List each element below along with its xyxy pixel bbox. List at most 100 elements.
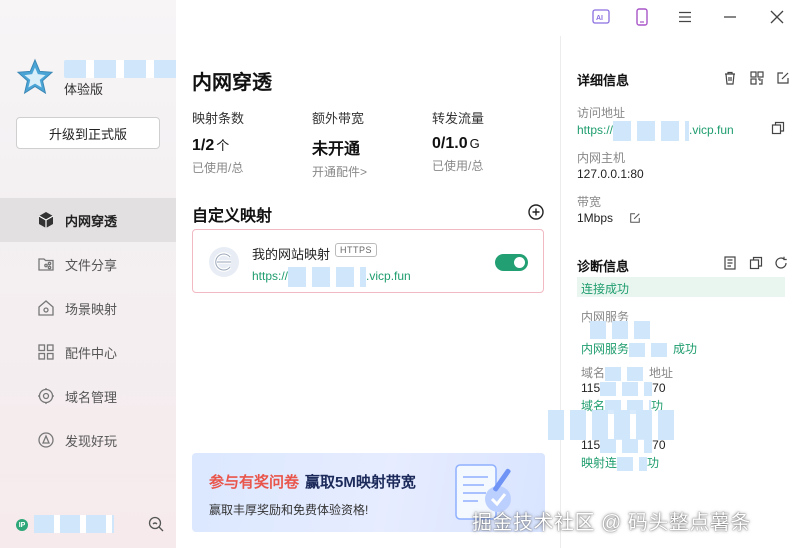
status-prefix: 内网服务	[581, 342, 630, 356]
stat-value-number: 1/2	[192, 137, 215, 154]
mapping-ip-value: 115 70	[581, 438, 666, 453]
sidebar-item-accessory-center[interactable]: 配件中心	[0, 330, 176, 374]
sidebar-item-domain-management[interactable]: 域名管理	[0, 374, 176, 418]
stat-extra-bandwidth: 额外带宽 未开通 开通配件>	[312, 108, 367, 180]
browser-e-icon	[209, 247, 239, 277]
sidebar-item-discover[interactable]: 发现好玩	[0, 418, 176, 462]
edit-icon[interactable]	[776, 71, 790, 85]
ip-suffix: 70	[652, 381, 666, 395]
stat-sub: 已使用/总	[192, 161, 244, 175]
ip-address-redacted	[34, 515, 114, 533]
mapping-connection-status: 映射连 功	[581, 454, 659, 471]
status-suffix: 成功	[673, 342, 698, 356]
access-address-value[interactable]: https:// .vicp.fun	[577, 121, 734, 141]
stat-value: 未开通	[312, 135, 367, 159]
menu-icon[interactable]	[674, 6, 696, 28]
label-suffix: 地址	[649, 366, 674, 380]
open-accessory-link[interactable]: 开通配件>	[312, 163, 367, 180]
connection-status: 连接成功	[577, 277, 785, 297]
protocol-badge: HTTPS	[335, 243, 378, 257]
upgrade-button[interactable]: 升级到正式版	[16, 117, 160, 149]
watermark-text: 掘金技术社区 @ 码头整点薯条	[472, 512, 751, 534]
qrcode-icon[interactable]	[750, 71, 764, 85]
ai-assistant-icon[interactable]: AI	[590, 6, 612, 28]
status-prefix: 映射连	[581, 456, 618, 470]
account-edition: 体验版	[64, 82, 104, 97]
stat-traffic: 转发流量 0/1.0 G 已使用/总	[432, 108, 484, 174]
stat-value-number: 0/1.0	[432, 135, 468, 152]
zoom-icon[interactable]	[148, 516, 164, 532]
star-logo-icon	[16, 58, 54, 95]
minimize-icon[interactable]	[719, 6, 741, 28]
compass-icon	[36, 430, 56, 450]
domain-gear-icon	[36, 386, 56, 406]
log-document-icon[interactable]	[723, 256, 737, 270]
copy-diagnosis-icon[interactable]	[749, 256, 763, 270]
redacted-inline	[600, 381, 653, 396]
sidebar-nav: 内网穿透 文件分享 场景映射 配件中心 域名管理 发现好玩	[0, 198, 176, 462]
sidebar-item-file-share[interactable]: 文件分享	[0, 242, 176, 286]
mapping-url[interactable]: https:// .vicp.fun	[252, 267, 411, 287]
copy-icon[interactable]	[771, 121, 785, 135]
sidebar-item-scene-mapping[interactable]: 场景映射	[0, 286, 176, 330]
inner-service-status: 内网服务 成功	[581, 340, 697, 357]
sidebar-item-label: 域名管理	[65, 389, 118, 405]
url-suffix: .vicp.fun	[689, 123, 734, 138]
ip-suffix: 70	[652, 438, 666, 452]
mobile-icon[interactable]	[631, 6, 653, 28]
sidebar-item-label: 配件中心	[65, 345, 118, 361]
domain-address-label: 域名 地址	[581, 364, 673, 381]
mapping-enable-toggle[interactable]	[495, 254, 528, 271]
redacted-block	[590, 321, 650, 339]
edit-bandwidth-icon[interactable]	[629, 212, 641, 224]
domain-ip-value: 115 70	[581, 381, 666, 396]
redacted-inline	[600, 438, 653, 453]
stat-sub: 已使用/总	[432, 159, 484, 173]
url-suffix: .vicp.fun	[366, 269, 411, 284]
stat-value: 0/1.0 G	[432, 135, 484, 153]
sidebar-item-label: 发现好玩	[65, 433, 118, 449]
svg-text:AI: AI	[596, 15, 603, 22]
cube-icon	[36, 210, 56, 230]
stat-mapping-count: 映射条数 1/2 个 已使用/总	[192, 108, 244, 176]
grid-icon	[36, 342, 56, 362]
close-icon[interactable]	[766, 6, 788, 28]
access-address-label: 访问地址	[577, 106, 626, 120]
banner-title-rest: 赢取5M映射带宽	[305, 474, 416, 491]
inner-host-value: 127.0.0.1:80	[577, 167, 644, 181]
trash-icon[interactable]	[723, 71, 737, 85]
section-title-custom-mapping: 自定义映射	[192, 208, 273, 225]
status-suffix: 功	[647, 456, 660, 470]
ip-prefix: 115	[581, 438, 601, 452]
folder-share-icon	[36, 254, 56, 274]
stat-unit: G	[469, 136, 480, 151]
refresh-icon[interactable]	[774, 256, 788, 270]
label-prefix: 域名	[581, 366, 606, 380]
stat-label: 额外带宽	[312, 111, 365, 126]
banner-title: 参与有奖问卷 赢取5M映射带宽	[209, 471, 416, 492]
redacted-block	[548, 410, 678, 440]
banner-title-highlight: 参与有奖问卷	[209, 474, 300, 491]
banner-subtitle: 赢取丰厚奖励和免费体验资格!	[209, 503, 369, 517]
diagnosis-title: 诊断信息	[577, 259, 630, 274]
redacted-inline	[629, 342, 674, 357]
url-prefix: https://	[577, 123, 614, 138]
inner-host-label: 内网主机	[577, 151, 626, 165]
url-prefix: https://	[252, 269, 289, 284]
house-icon	[36, 298, 56, 318]
stat-unit: 个	[216, 138, 230, 153]
sidebar-item-intranet[interactable]: 内网穿透	[0, 198, 176, 242]
ip-badge: IP	[16, 519, 28, 531]
sidebar-item-label: 场景映射	[65, 301, 118, 317]
stat-label: 映射条数	[192, 111, 245, 126]
mapping-name: 我的网站映射	[252, 247, 331, 262]
ip-prefix: 115	[581, 381, 601, 395]
mapping-card[interactable]: 我的网站映射 HTTPS https:// .vicp.fun	[192, 229, 544, 293]
details-title: 详细信息	[577, 73, 630, 88]
page-title: 内网穿透	[192, 72, 272, 94]
stat-value: 1/2 个	[192, 135, 244, 155]
sidebar-item-label: 文件分享	[65, 257, 118, 273]
add-mapping-icon[interactable]	[528, 204, 544, 220]
bandwidth-label: 带宽	[577, 195, 602, 209]
panel-divider	[560, 36, 561, 548]
